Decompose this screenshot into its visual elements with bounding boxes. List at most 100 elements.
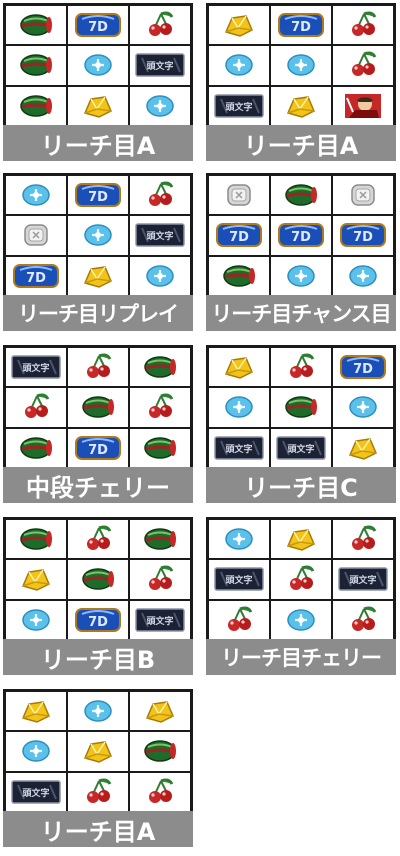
replay-icon xyxy=(209,520,269,559)
replay-icon xyxy=(209,46,269,85)
cherry-icon xyxy=(68,520,128,559)
pattern-label: リーチ目B xyxy=(3,639,193,675)
bell-icon xyxy=(209,6,269,45)
dark-bar-icon: 頭文字 xyxy=(130,216,190,255)
blue-7d-icon: 7D xyxy=(68,428,128,467)
cherry-icon xyxy=(6,388,66,427)
blue-7d-icon: 7D xyxy=(271,216,331,255)
pattern-label: リーチ目リプレイ xyxy=(3,295,193,331)
bell-icon xyxy=(68,732,128,771)
pattern-label: リーチ目チャンス目 xyxy=(206,295,396,331)
blue-7d-icon: 7D xyxy=(333,216,393,255)
reel-panel: 7D 頭文字 リーチ目B xyxy=(3,517,193,677)
svg-text:頭文字: 頭文字 xyxy=(146,230,173,242)
reel-grid: 7D 頭文字 7D xyxy=(3,173,193,298)
watermelon-icon xyxy=(130,732,190,771)
reel-panel: 7D 頭文字 リーチ目A xyxy=(206,3,396,163)
dark-bar-icon: 頭文字 xyxy=(333,560,393,599)
replay-icon xyxy=(271,600,331,639)
silver-icon xyxy=(6,216,66,255)
bell-icon xyxy=(333,428,393,467)
watermelon-icon xyxy=(6,6,66,45)
watermelon-icon xyxy=(68,560,128,599)
watermelon-icon xyxy=(209,256,269,295)
svg-text:7D: 7D xyxy=(291,20,311,35)
blue-7d-icon: 7D xyxy=(68,176,128,215)
replay-icon xyxy=(6,600,66,639)
watermelon-icon xyxy=(130,428,190,467)
reel-panel: 7D 7D 7D リーチ目チャンス目 xyxy=(206,173,396,333)
reel-panel: 7D 頭文字 7D リーチ目リプレイ xyxy=(3,173,193,333)
silver-icon xyxy=(209,176,269,215)
dark-bar-icon: 頭文字 xyxy=(209,560,269,599)
reel-panel: 頭文字 7D 中段チェリー xyxy=(3,345,193,505)
reel-panel: 7D 頭文字 リーチ目A xyxy=(3,3,193,163)
svg-text:7D: 7D xyxy=(88,615,108,630)
blue-7d-icon: 7D xyxy=(333,348,393,387)
svg-text:7D: 7D xyxy=(229,230,249,245)
bell-icon xyxy=(68,256,128,295)
cherry-icon xyxy=(333,520,393,559)
dark-bar-icon: 頭文字 xyxy=(6,348,66,387)
replay-icon xyxy=(6,732,66,771)
dark-bar-icon: 頭文字 xyxy=(6,772,66,811)
blue-7d-icon: 7D xyxy=(68,6,128,45)
bell-icon xyxy=(271,520,331,559)
blue-7d-icon: 7D xyxy=(271,6,331,45)
bell-icon xyxy=(68,86,128,125)
bell-icon xyxy=(271,86,331,125)
reel-grid: 7D 頭文字 xyxy=(3,3,193,128)
pattern-label: 中段チェリー xyxy=(3,467,193,503)
pattern-label: リーチ目C xyxy=(206,467,396,503)
svg-text:頭文字: 頭文字 xyxy=(225,101,252,113)
watermelon-icon xyxy=(6,520,66,559)
svg-text:7D: 7D xyxy=(353,362,373,377)
replay-icon xyxy=(130,86,190,125)
cherry-icon xyxy=(271,560,331,599)
blue-7d-icon: 7D xyxy=(209,216,269,255)
reel-panel: 頭文字リーチ目A xyxy=(3,689,193,849)
reel-panel: 7D 頭文字 頭文字 リーチ目C xyxy=(206,345,396,505)
svg-text:頭文字: 頭文字 xyxy=(287,443,314,455)
replay-icon xyxy=(68,46,128,85)
reel-grid: 7D 頭文字 頭文字 xyxy=(206,345,396,470)
dark-bar-icon: 頭文字 xyxy=(130,46,190,85)
svg-text:頭文字: 頭文字 xyxy=(146,60,173,72)
cherry-icon xyxy=(333,46,393,85)
svg-text:7D: 7D xyxy=(26,271,46,286)
replay-icon xyxy=(68,216,128,255)
silver-icon xyxy=(333,176,393,215)
reel-panel: 頭文字 頭文字 リーチ目チェリー xyxy=(206,517,396,677)
reach-pattern-chart: 7D 頭文字 リーチ目A 7D 頭文字 リーチ目A 7D 頭文字 7D リーチ目リプレイ 7D 7D 7… xyxy=(0,0,400,856)
cherry-icon xyxy=(130,388,190,427)
watermelon-icon xyxy=(130,348,190,387)
svg-text:7D: 7D xyxy=(353,230,373,245)
cherry-icon xyxy=(130,560,190,599)
blue-7d-icon: 7D xyxy=(6,256,66,295)
cherry-icon xyxy=(333,6,393,45)
replay-icon xyxy=(333,388,393,427)
dark-bar-icon: 頭文字 xyxy=(271,428,331,467)
watermelon-icon xyxy=(6,428,66,467)
watermelon-icon xyxy=(271,176,331,215)
svg-text:7D: 7D xyxy=(88,20,108,35)
pattern-label: リーチ目A xyxy=(3,811,193,847)
bell-icon xyxy=(130,692,190,731)
replay-icon xyxy=(209,388,269,427)
dark-bar-icon: 頭文字 xyxy=(209,428,269,467)
replay-icon xyxy=(333,256,393,295)
blue-7d-icon: 7D xyxy=(68,600,128,639)
dark-bar-icon: 頭文字 xyxy=(130,600,190,639)
dark-bar-icon: 頭文字 xyxy=(209,86,269,125)
reel-grid: 頭文字 頭文字 xyxy=(206,517,396,642)
svg-text:7D: 7D xyxy=(88,443,108,458)
cherry-icon xyxy=(130,6,190,45)
svg-text:頭文字: 頭文字 xyxy=(22,362,49,374)
character-icon xyxy=(333,86,393,125)
reel-grid: 7D 頭文字 xyxy=(206,3,396,128)
cherry-icon xyxy=(209,600,269,639)
watermelon-icon xyxy=(130,520,190,559)
svg-text:頭文字: 頭文字 xyxy=(22,787,49,799)
replay-icon xyxy=(271,256,331,295)
reel-grid: 7D 頭文字 xyxy=(3,517,193,642)
